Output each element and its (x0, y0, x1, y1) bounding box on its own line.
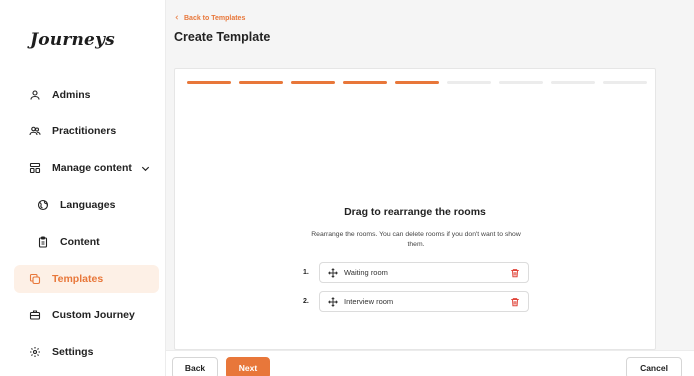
progress-segment (343, 81, 387, 84)
sidebar-item-label: Custom Journey (52, 309, 135, 321)
clipboard-icon (36, 235, 50, 249)
progress-segment (499, 81, 543, 84)
sidebar-item-templates[interactable]: Templates (14, 265, 159, 293)
trash-icon[interactable] (510, 297, 520, 307)
layout-icon (28, 161, 42, 175)
page-title: Create Template (174, 30, 271, 44)
globe-icon (36, 198, 50, 212)
progress-bar (187, 81, 647, 84)
room-row: 1. Waiting room (303, 262, 529, 283)
progress-segment (291, 81, 335, 84)
copy-icon (28, 272, 42, 286)
sidebar-item-languages[interactable]: Languages (14, 191, 159, 219)
chevron-left-icon (174, 14, 180, 23)
back-link-label: Back to Templates (184, 15, 246, 22)
room-name: Waiting room (344, 268, 388, 277)
progress-segment (187, 81, 231, 84)
room-number: 2. (303, 298, 309, 305)
sidebar: Journeys Admins Practitioners Manage con… (0, 0, 166, 376)
step-title: Drag to rearrange the rooms (344, 206, 486, 218)
sidebar-item-label: Practitioners (52, 125, 117, 137)
drag-handle-icon[interactable] (328, 296, 338, 307)
progress-segment (551, 81, 595, 84)
wizard-footer: Back Next Cancel (166, 350, 694, 376)
drag-handle-icon[interactable] (328, 267, 338, 278)
cancel-button[interactable]: Cancel (626, 357, 682, 376)
sidebar-item-custom-journey[interactable]: Custom Journey (14, 301, 159, 329)
users-icon (28, 124, 42, 138)
sidebar-item-label: Content (60, 236, 100, 248)
back-button[interactable]: Back (172, 357, 218, 376)
sidebar-item-label: Languages (60, 199, 116, 211)
sidebar-item-settings[interactable]: Settings (14, 338, 159, 366)
room-name: Interview room (344, 297, 394, 306)
wizard-card: Drag to rearrange the rooms Rearrange th… (174, 68, 656, 350)
progress-segment (447, 81, 491, 84)
main-content: Back to Templates Create Template Drag t… (166, 0, 694, 376)
sidebar-item-practitioners[interactable]: Practitioners (14, 117, 159, 145)
progress-segment (603, 81, 647, 84)
room-row: 2. Interview room (303, 291, 529, 312)
room-number: 1. (303, 269, 309, 276)
sidebar-item-admins[interactable]: Admins (14, 81, 159, 109)
room-item[interactable]: Waiting room (319, 262, 529, 283)
app-logo[interactable]: Journeys (30, 30, 115, 50)
step-description: Rearrange the rooms. You can delete room… (311, 231, 521, 248)
gear-icon (28, 345, 42, 359)
sidebar-item-label: Settings (52, 346, 94, 358)
sidebar-item-content[interactable]: Content (14, 228, 159, 256)
user-icon (28, 88, 42, 102)
chevron-down-icon[interactable] (140, 163, 151, 174)
room-item[interactable]: Interview room (319, 291, 529, 312)
progress-segment (239, 81, 283, 84)
progress-segment (395, 81, 439, 84)
sidebar-item-manage-content[interactable]: Manage content (14, 154, 159, 182)
briefcase-icon (28, 308, 42, 322)
next-button[interactable]: Next (226, 357, 270, 376)
sidebar-item-label: Templates (52, 273, 104, 285)
sidebar-item-label: Manage content (52, 162, 132, 174)
sidebar-item-label: Admins (52, 89, 91, 101)
trash-icon[interactable] (510, 268, 520, 278)
back-to-templates-link[interactable]: Back to Templates (174, 14, 245, 23)
